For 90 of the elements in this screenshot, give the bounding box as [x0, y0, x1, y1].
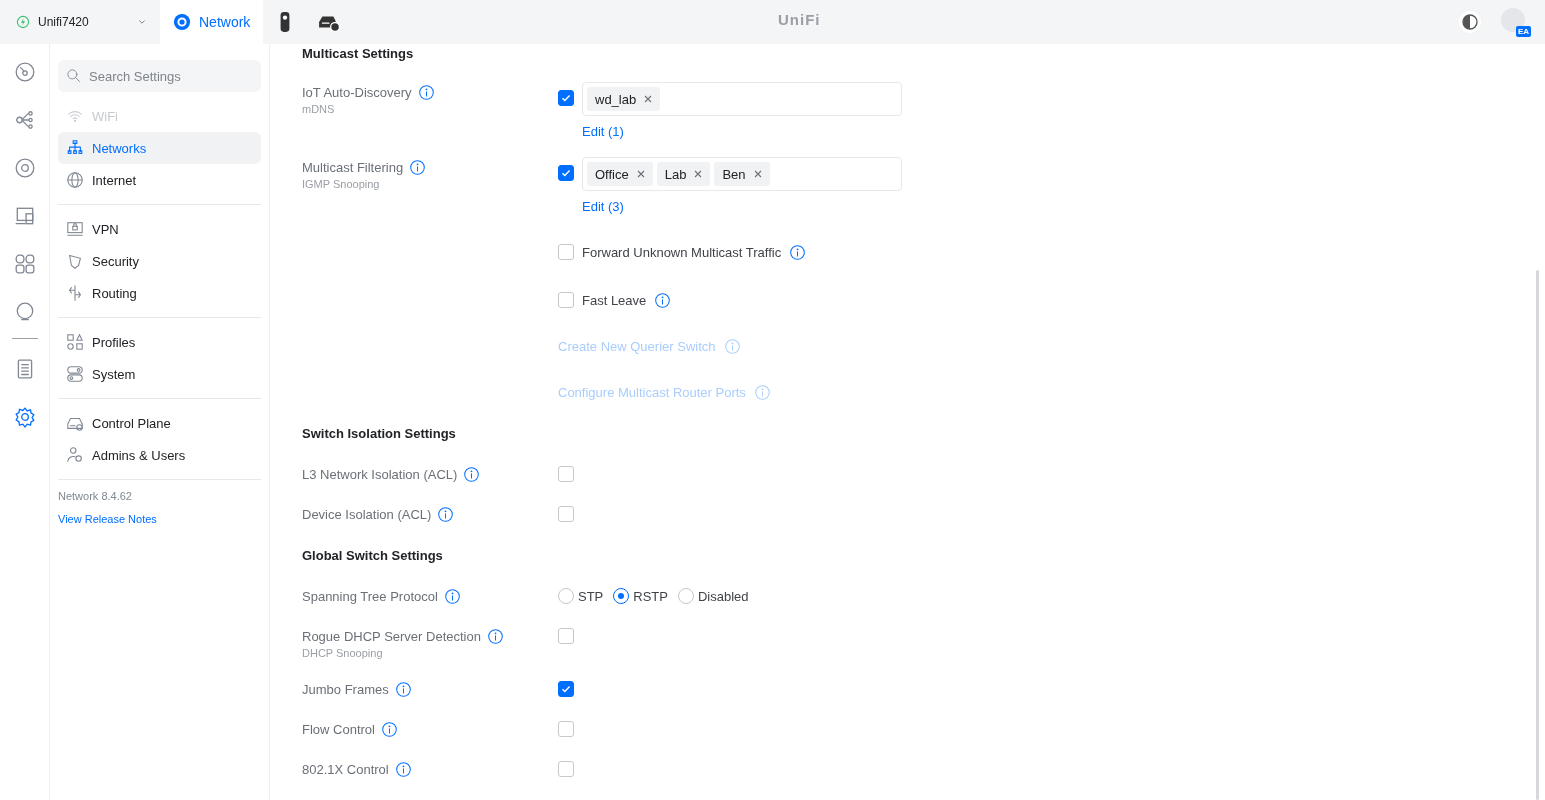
check-icon: [560, 92, 572, 104]
info-icon: [437, 505, 455, 523]
setting-sublabel: DHCP Snooping: [302, 647, 384, 659]
radio-option[interactable]: Disabled: [677, 588, 749, 604]
checkbox[interactable]: [558, 628, 574, 644]
radio-option[interactable]: STP: [558, 588, 604, 604]
vpn-icon: [66, 220, 84, 238]
close-icon[interactable]: [644, 95, 653, 103]
setting-label: Jumbo Frames: [302, 681, 389, 697]
setting-label: L3 Network Isolation (ACL): [302, 466, 458, 482]
checkbox[interactable]: [558, 244, 574, 260]
section-title: Multicast Settings: [302, 45, 415, 63]
info-icon: [463, 465, 481, 483]
logo: UniFi: [778, 11, 821, 28]
dashboard-icon: [13, 61, 36, 83]
sidebar-item[interactable]: VPN: [58, 213, 261, 245]
sidebar-item[interactable]: System: [58, 358, 261, 390]
checkbox[interactable]: [558, 292, 574, 308]
checkbox[interactable]: [558, 466, 574, 482]
checkbox[interactable]: [558, 90, 574, 106]
sidebar-item[interactable]: Admins & Users: [58, 439, 261, 471]
toggles-icon: [66, 365, 84, 383]
info-icon: [654, 291, 672, 309]
close-icon[interactable]: [694, 170, 703, 178]
checkbox[interactable]: [558, 681, 574, 697]
sidebar-item[interactable]: Internet: [58, 164, 261, 196]
option-label: Forward Unknown Multicast Traffic: [582, 244, 782, 260]
section-title: Global Switch Settings: [302, 547, 444, 565]
scrollbar[interactable]: [1536, 270, 1539, 800]
option-label: Fast Leave: [582, 292, 647, 308]
bolt-icon: [16, 15, 30, 29]
sidebar-item[interactable]: Control Plane: [58, 407, 261, 439]
tags-field[interactable]: Office Lab Ben: [582, 157, 902, 191]
routing-icon: [66, 284, 84, 302]
version-text: Network 8.4.62: [58, 490, 133, 502]
globe-icon: [66, 171, 84, 189]
setting-label: Device Isolation (ACL): [302, 506, 432, 522]
sidebar-item[interactable]: Networks: [58, 132, 261, 164]
tag-label: Lab: [664, 166, 687, 182]
checkbox[interactable]: [558, 721, 574, 737]
devices-icon: [13, 205, 36, 227]
setting-label: IoT Auto-Discovery: [302, 84, 412, 100]
info-icon: [409, 158, 427, 176]
check-icon: [560, 683, 572, 695]
info-icon: [394, 680, 412, 698]
edit-link[interactable]: Edit (3): [582, 199, 902, 214]
settings-icon: [13, 406, 36, 428]
info-icon: [380, 720, 398, 738]
clients-icon: [13, 253, 36, 275]
tag-label: wd_lab: [595, 91, 637, 107]
target-icon: [13, 157, 36, 179]
setting-label: Flow Control: [302, 721, 375, 737]
info-icon: [417, 83, 435, 101]
sidebar-item[interactable]: Security: [58, 245, 261, 277]
release-notes-link[interactable]: View Release Notes: [58, 513, 157, 525]
sidebar-item[interactable]: Profiles: [58, 326, 261, 358]
tag-label: Ben: [722, 166, 746, 182]
setting-sublabel: mDNS: [302, 103, 336, 115]
checkbox[interactable]: [558, 761, 574, 777]
info-icon: [723, 337, 741, 355]
info-icon: [789, 243, 807, 261]
setting-label: Multicast Filtering: [302, 159, 404, 175]
setting-label: 802.1X Control: [302, 761, 389, 777]
user-gear-icon: [66, 446, 84, 464]
theme-toggle[interactable]: [1459, 11, 1481, 33]
tag-label: Office: [595, 166, 629, 182]
info-icon: [443, 587, 461, 605]
radio-option[interactable]: RSTP: [613, 588, 668, 604]
edit-link[interactable]: Edit (1): [582, 124, 902, 139]
info-icon: [753, 383, 771, 401]
close-icon[interactable]: [753, 170, 762, 178]
setting-label: Rogue DHCP Server Detection: [302, 628, 481, 644]
section-title: Switch Isolation Settings: [302, 425, 457, 443]
ring-icon: [173, 13, 191, 31]
shapes-icon: [66, 333, 84, 351]
app-tab[interactable]: Network: [160, 0, 264, 44]
setting-label: Spanning Tree Protocol: [302, 588, 438, 604]
check-icon: [560, 167, 572, 179]
close-icon[interactable]: [636, 170, 645, 178]
checkbox[interactable]: [558, 165, 574, 181]
shield-icon: [66, 252, 84, 270]
search-field[interactable]: Search Settings: [58, 60, 261, 92]
network-tree-icon: [66, 139, 84, 157]
checkbox[interactable]: [558, 506, 574, 522]
info-icon: [394, 760, 412, 778]
topology-icon: [13, 109, 36, 131]
tags-field[interactable]: wd_lab: [582, 82, 902, 116]
setting-sublabel: IGMP Snooping: [302, 178, 381, 190]
info-icon: [486, 627, 504, 645]
sidebar-item[interactable]: Routing: [58, 277, 261, 309]
